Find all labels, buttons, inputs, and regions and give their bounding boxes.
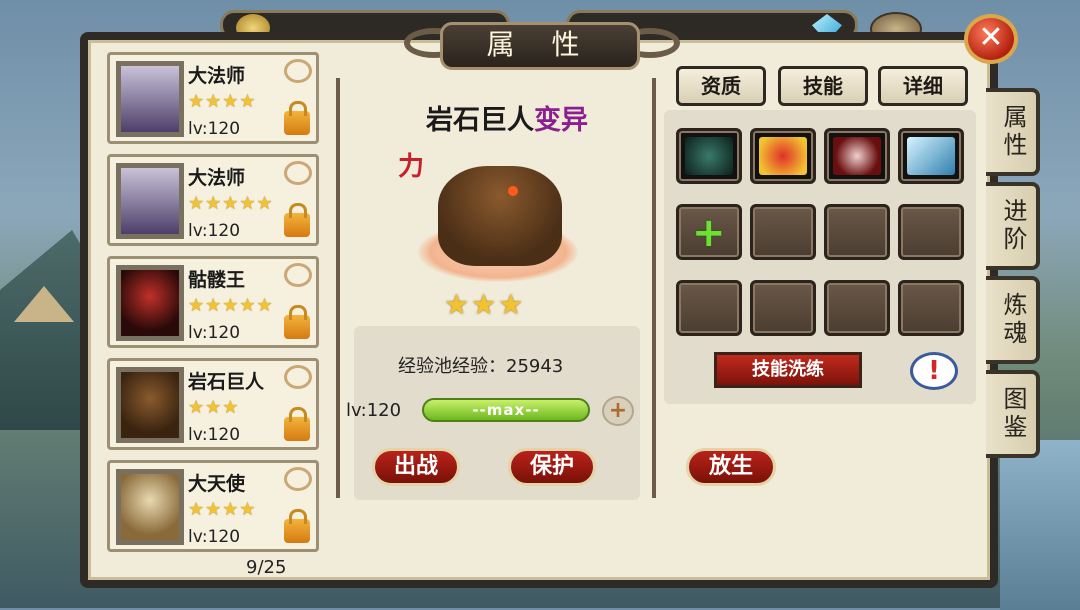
lock-icon[interactable] — [284, 203, 310, 237]
ornament-icon — [284, 263, 312, 287]
skeleton-king-portrait — [116, 265, 184, 341]
hero-card-level: lv:120 — [188, 221, 241, 241]
release-button[interactable]: 放生 — [686, 448, 776, 486]
tab-details[interactable]: 详细 — [878, 66, 968, 106]
hero-level: lv:120 — [346, 400, 402, 421]
hero-card-name: 岩石巨人 — [188, 371, 265, 393]
dark-beast-skill-icon — [685, 137, 733, 175]
hero-card-stars: ★★★★ — [188, 91, 257, 112]
ornament-icon — [284, 365, 312, 389]
ornament-icon — [284, 161, 312, 185]
hero-card[interactable]: 大法师 ★★★★★ lv:120 — [107, 154, 319, 246]
hero-name-line: 岩石巨人变异 — [426, 98, 588, 137]
hero-mutation-tag: 变异 — [534, 105, 588, 136]
hero-card-stars: ★★★★★ — [188, 193, 274, 214]
lock-icon[interactable] — [284, 305, 310, 339]
skill-slot[interactable] — [750, 128, 816, 184]
hero-card-level: lv:120 — [188, 425, 241, 445]
tab-advance[interactable]: 进阶 — [986, 182, 1040, 270]
hero-card-stars: ★★★★★ — [188, 295, 274, 316]
hero-card-stars: ★★★★ — [188, 499, 257, 520]
slash-skill-icon — [907, 137, 955, 175]
archmage-portrait — [116, 61, 184, 137]
hero-card-name: 大天使 — [188, 473, 246, 495]
add-exp-button[interactable]: + — [602, 396, 634, 426]
lock-icon[interactable] — [284, 509, 310, 543]
hero-card-name: 骷髅王 — [188, 269, 246, 291]
tab-refine-soul[interactable]: 炼魂 — [986, 276, 1040, 364]
hero-card-name: 大法师 — [188, 65, 246, 87]
strength-type-badge: 力 — [398, 152, 425, 182]
empty-skill-slot[interactable] — [676, 280, 742, 336]
ornament-icon — [284, 59, 312, 83]
hero-card-selected[interactable]: 岩石巨人 ★★★ lv:120 — [107, 358, 319, 450]
add-skill-slot[interactable]: + — [676, 204, 742, 260]
archangel-portrait — [116, 469, 184, 545]
skill-slot[interactable] — [676, 128, 742, 184]
hero-card-level: lv:120 — [188, 527, 241, 547]
archmage-portrait — [116, 163, 184, 239]
hero-card-level: lv:120 — [188, 119, 241, 139]
crack-skill-icon — [833, 137, 881, 175]
ornament-icon — [284, 467, 312, 491]
skill-wash-button[interactable]: 技能洗练 — [714, 352, 862, 388]
empty-skill-slot[interactable] — [824, 204, 890, 260]
close-button[interactable]: ✕ — [964, 14, 1018, 64]
hero-card[interactable]: 大法师 ★★★★ lv:120 — [107, 52, 319, 144]
hero-list[interactable]: 大法师 ★★★★ lv:120 大法师 ★★★★★ lv:120 骷髅王 ★★★… — [104, 50, 324, 558]
empty-skill-slot[interactable] — [898, 204, 964, 260]
tab-codex[interactable]: 图鉴 — [986, 370, 1040, 458]
hero-card-stars: ★★★ — [188, 397, 240, 418]
protect-button[interactable]: 保护 — [508, 448, 596, 486]
rock-giant-portrait — [116, 367, 184, 443]
exclamation-icon: ! — [928, 356, 940, 386]
close-icon: ✕ — [978, 20, 1004, 55]
fire-warrior-skill-icon — [759, 137, 807, 175]
hero-card[interactable]: 大天使 ★★★★ lv:120 — [107, 460, 319, 552]
page-counter: 9/25 — [246, 557, 287, 578]
hero-card-level: lv:120 — [188, 323, 241, 343]
rock-giant-model — [438, 166, 562, 266]
exp-bar: --max-- — [422, 398, 590, 422]
skill-slot[interactable] — [898, 128, 964, 184]
lock-icon[interactable] — [284, 101, 310, 135]
empty-skill-slot[interactable] — [750, 204, 816, 260]
empty-skill-slot[interactable] — [898, 280, 964, 336]
background-river — [1000, 440, 1080, 610]
hero-card-name: 大法师 — [188, 167, 246, 189]
plus-icon: + — [608, 398, 628, 423]
hero-card[interactable]: 骷髅王 ★★★★★ lv:120 — [107, 256, 319, 348]
tab-skills[interactable]: 技能 — [778, 66, 868, 106]
tab-attributes[interactable]: 属性 — [986, 88, 1040, 176]
exp-pool-label: 经验池经验： — [398, 356, 506, 377]
hero-eye — [508, 186, 518, 196]
panel-title: 属 性 — [440, 22, 640, 70]
deploy-button[interactable]: 出战 — [372, 448, 460, 486]
exp-pool-text: 经验池经验：25943 — [398, 352, 563, 378]
plus-icon: + — [692, 210, 726, 256]
divider-left — [336, 78, 340, 498]
tab-aptitude[interactable]: 资质 — [676, 66, 766, 106]
hero-stars: ★★★ — [444, 288, 526, 321]
empty-skill-slot[interactable] — [750, 280, 816, 336]
lock-icon[interactable] — [284, 407, 310, 441]
exp-pool-value: 25943 — [506, 356, 564, 377]
skill-slot[interactable] — [824, 128, 890, 184]
hero-name: 岩石巨人 — [426, 105, 534, 136]
info-warning-button[interactable]: ! — [910, 352, 958, 390]
empty-skill-slot[interactable] — [824, 280, 890, 336]
divider-right — [652, 78, 656, 498]
